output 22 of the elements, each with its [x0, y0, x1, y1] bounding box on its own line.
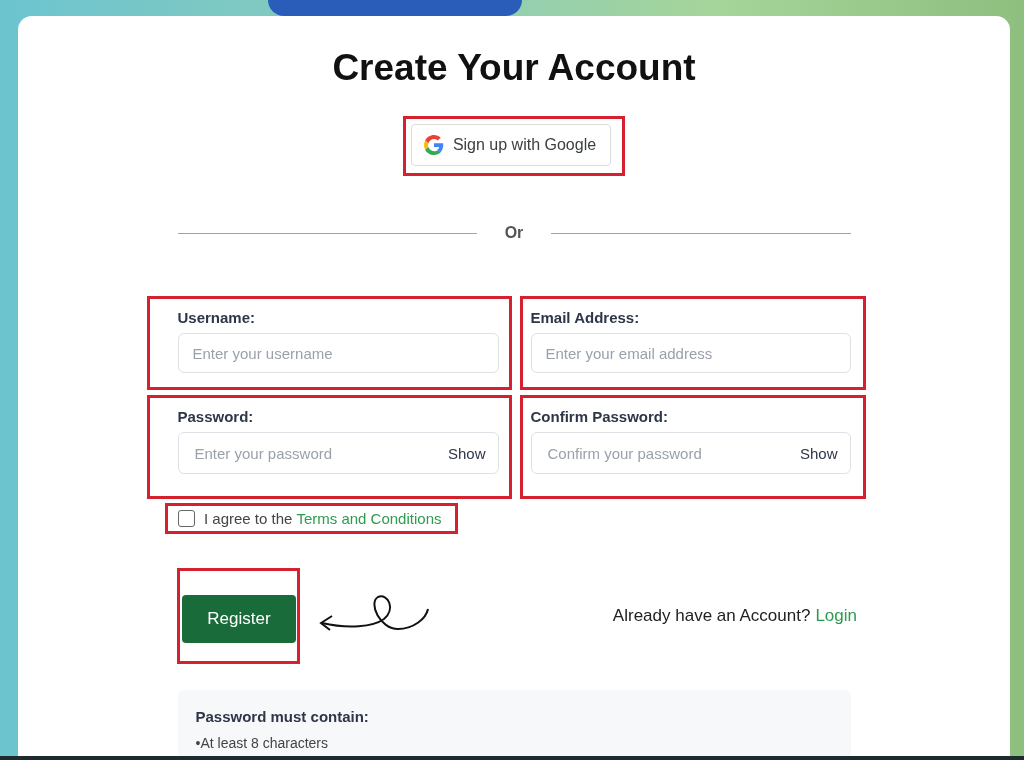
input-field[interactable]: Enter your password Show	[177, 432, 499, 474]
login-link[interactable]: Login	[815, 606, 857, 626]
requirement-item: •At least 8 characters	[195, 735, 329, 751]
requirements-title: Password must contain:	[195, 708, 370, 725]
input-field[interactable]: Enter your email address	[530, 333, 851, 373]
field-label: Confirm Password:	[530, 408, 670, 425]
show-password-button[interactable]: Show	[447, 444, 486, 462]
field-label: Email Address:	[530, 309, 641, 326]
terms-checkbox[interactable]	[178, 510, 195, 527]
input-field[interactable]: Enter your username	[177, 333, 499, 373]
login-prompt: Already have an Account?	[612, 606, 811, 626]
page-title: Create Your Account	[332, 46, 696, 90]
show-password-button[interactable]: Show	[799, 444, 838, 462]
terms-text: I agree to the	[204, 510, 293, 527]
input-field[interactable]: Confirm your password Show	[530, 432, 851, 474]
google-signup-button[interactable]: Sign up with Google	[410, 124, 612, 166]
terms-link[interactable]: Terms and Conditions	[296, 510, 442, 527]
field-label: Username:	[177, 309, 257, 326]
google-g-icon	[423, 135, 444, 155]
register-button[interactable]: Register	[182, 595, 296, 643]
field-label: Password:	[177, 408, 255, 425]
divider-text: Or	[504, 224, 524, 242]
